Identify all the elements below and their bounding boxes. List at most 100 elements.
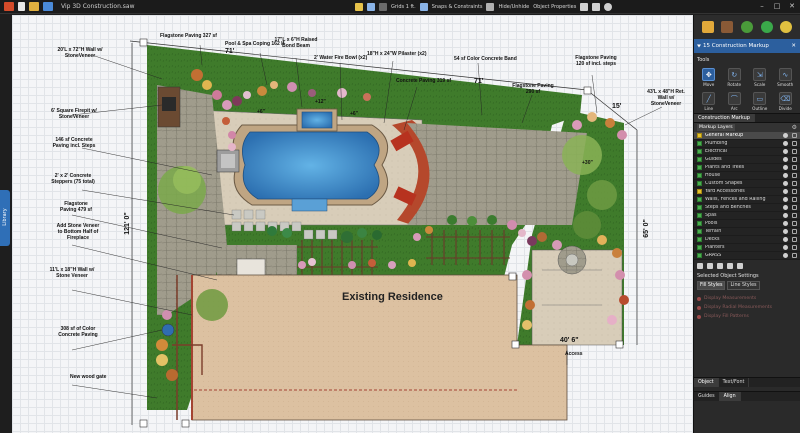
outline-label: Outline — [752, 106, 768, 111]
lock-icon[interactable] — [792, 133, 797, 138]
help-icon[interactable] — [604, 3, 613, 11]
move-tool[interactable]: ✥ Move — [697, 65, 721, 87]
add-layer-icon[interactable] — [717, 263, 723, 269]
close-icon[interactable]: ✕ — [786, 1, 798, 12]
save-icon[interactable] — [43, 2, 53, 11]
eye-icon[interactable] — [783, 157, 788, 162]
snap-icon[interactable] — [419, 3, 428, 11]
layer-item[interactable]: Terrain — [694, 228, 800, 236]
construction-markup-header[interactable]: 15 Construction Markup ✕ — [694, 39, 800, 53]
lock-icon[interactable] — [792, 221, 797, 226]
tab-text-font[interactable]: Text/Font — [719, 378, 750, 387]
zoom-extents-icon[interactable] — [367, 3, 375, 11]
eye-icon[interactable] — [783, 229, 788, 234]
eye-icon[interactable] — [783, 253, 788, 258]
tab-line-styles[interactable]: Line Styles — [727, 281, 760, 290]
tab-guides[interactable]: Guides — [694, 392, 720, 401]
lock-icon[interactable] — [792, 181, 797, 186]
move-down-icon[interactable] — [707, 263, 713, 269]
eye-icon[interactable] — [783, 245, 788, 250]
layer-item[interactable]: Planters — [694, 244, 800, 252]
hand-icon[interactable] — [355, 3, 363, 11]
layer-item[interactable]: Yard Accessories — [694, 188, 800, 196]
layer-item[interactable]: GRASS — [694, 252, 800, 260]
layer-item[interactable]: General Markup — [694, 132, 800, 140]
redo-icon[interactable] — [592, 3, 601, 11]
layer-item[interactable]: Decks — [694, 236, 800, 244]
pencil-icon[interactable] — [701, 21, 714, 33]
eye-icon[interactable] — [783, 205, 788, 210]
object-properties-button[interactable]: Object Properties — [533, 4, 576, 10]
tab-construction-markup[interactable]: Construction Markup — [694, 114, 755, 122]
option-fill-patterns[interactable]: Display Fill Patterns — [697, 312, 797, 321]
eye-icon[interactable] — [783, 213, 788, 218]
drawing-canvas[interactable]: Flagstone Paving 327 sf Pool & Spa Copin… — [12, 15, 693, 433]
layer-item[interactable]: Steps and Benches — [694, 204, 800, 212]
grids-button[interactable]: Grids 1 ft. — [391, 4, 416, 10]
lock-icon[interactable] — [792, 245, 797, 250]
eye-icon[interactable] — [783, 133, 788, 138]
arc-tool[interactable]: ⌒ Arc — [723, 89, 747, 111]
lock-icon[interactable] — [792, 253, 797, 258]
layer-item[interactable]: House — [694, 172, 800, 180]
lock-icon[interactable] — [792, 213, 797, 218]
lock-icon[interactable] — [792, 205, 797, 210]
layer-item[interactable]: Plumbing — [694, 140, 800, 148]
tab-object[interactable]: Object — [694, 378, 719, 387]
eye-icon[interactable] — [783, 165, 788, 170]
hide-unhide-button[interactable]: Hide/Unhide — [498, 4, 529, 10]
maximize-icon[interactable]: □ — [771, 1, 783, 12]
minimize-icon[interactable]: – — [756, 1, 768, 12]
layer-item[interactable]: Pools — [694, 220, 800, 228]
lock-icon[interactable] — [792, 173, 797, 178]
layer-item[interactable]: Plants and Trees — [694, 164, 800, 172]
undo-icon[interactable] — [580, 3, 589, 11]
eye-icon[interactable] — [783, 141, 788, 146]
duplicate-layer-icon[interactable] — [727, 263, 733, 269]
plant-icon[interactable] — [740, 21, 753, 33]
layer-item[interactable]: Electrical — [694, 148, 800, 156]
eye-icon[interactable] — [783, 181, 788, 186]
lock-icon[interactable] — [792, 149, 797, 154]
eye-icon[interactable] — [783, 197, 788, 202]
scale-tool[interactable]: ⇲ Scale — [748, 65, 772, 87]
eye-icon[interactable] — [783, 237, 788, 242]
grid-icon[interactable] — [379, 3, 387, 11]
layer-item[interactable]: Guides — [694, 156, 800, 164]
sun-icon[interactable] — [780, 21, 793, 33]
eye-icon[interactable] — [783, 173, 788, 178]
eye-icon[interactable] — [783, 149, 788, 154]
lock-icon[interactable] — [792, 189, 797, 194]
lock-icon[interactable] — [792, 157, 797, 162]
line-tool[interactable]: ╱ Line — [697, 89, 721, 111]
rotate-tool[interactable]: ↻ Rotate — [723, 65, 747, 87]
eye-icon[interactable] — [783, 189, 788, 194]
option-radial-measurements[interactable]: Display Radial Measurements — [697, 303, 797, 312]
checkmark-icon[interactable] — [760, 21, 773, 33]
close-icon[interactable]: ✕ — [791, 39, 796, 53]
texture-icon[interactable] — [721, 21, 734, 33]
delete-layer-icon[interactable] — [737, 263, 743, 269]
eye-icon[interactable] — [486, 3, 495, 11]
outline-tool[interactable]: ▭ Outline — [748, 89, 772, 111]
option-display-measurements[interactable]: Display Measurements — [697, 294, 797, 303]
lock-icon[interactable] — [792, 165, 797, 170]
layer-item[interactable]: Spas — [694, 212, 800, 220]
move-up-icon[interactable] — [697, 263, 703, 269]
lock-icon[interactable] — [792, 237, 797, 242]
lock-icon[interactable] — [792, 197, 797, 202]
snaps-button[interactable]: Snaps & Constraints — [432, 4, 483, 10]
open-folder-icon[interactable] — [29, 2, 39, 11]
layer-item[interactable]: Custom Shapes — [694, 180, 800, 188]
tab-align[interactable]: Align — [719, 392, 741, 401]
tab-fill-styles[interactable]: Fill Styles — [697, 281, 726, 290]
divide-tool[interactable]: ⌫ Divide — [774, 89, 798, 111]
gear-icon[interactable]: ⚙ — [792, 124, 797, 132]
smooth-tool[interactable]: ∿ Smooth — [774, 65, 798, 87]
layer-item[interactable]: Walls, Fences and Railing — [694, 196, 800, 204]
new-file-icon[interactable] — [18, 2, 25, 11]
lock-icon[interactable] — [792, 229, 797, 234]
library-tab[interactable]: Library — [0, 190, 10, 246]
lock-icon[interactable] — [792, 141, 797, 146]
eye-icon[interactable] — [783, 221, 788, 226]
